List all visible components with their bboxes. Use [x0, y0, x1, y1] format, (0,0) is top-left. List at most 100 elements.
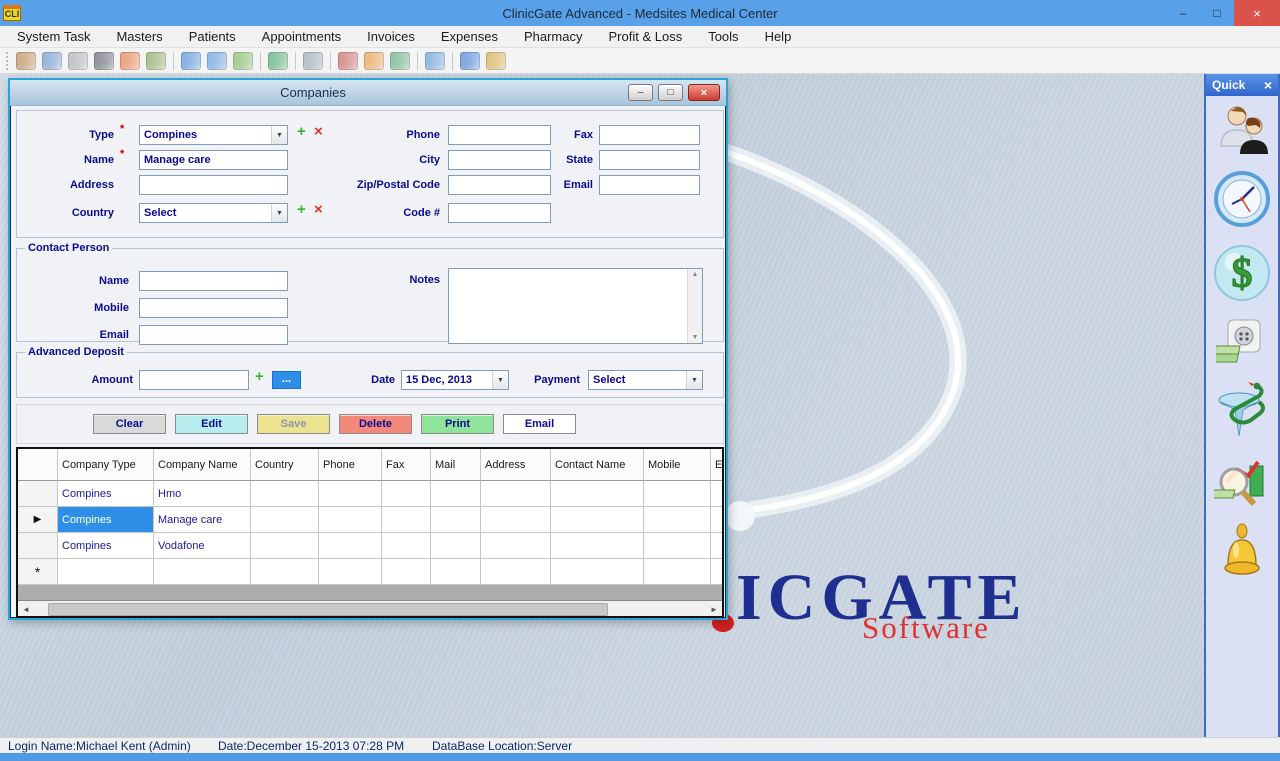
name-input[interactable]	[139, 150, 288, 170]
contact-name-input[interactable]	[139, 271, 288, 291]
row-selector-cell[interactable]	[18, 481, 58, 507]
delete-type-icon[interactable]: ×	[314, 123, 323, 140]
grid-column-header-contact-name[interactable]: Contact Name	[551, 449, 644, 481]
table-row[interactable]: CompinesVodafone	[18, 533, 722, 559]
contact-email-input[interactable]	[139, 325, 288, 345]
expense-icon[interactable]	[303, 52, 323, 70]
row-selector-cell[interactable]	[18, 533, 58, 559]
zip-input[interactable]	[448, 175, 551, 195]
table-row[interactable]: CompinesHmo	[18, 481, 722, 507]
add-amount-icon[interactable]: +	[255, 368, 264, 385]
billing-icon[interactable]	[233, 52, 253, 70]
table-row[interactable]: ▶CompinesManage care	[18, 507, 722, 533]
payment-select[interactable]: Select ▼	[588, 370, 703, 390]
edit-button[interactable]: Edit	[175, 414, 248, 434]
scroll-left-icon[interactable]: ◄	[18, 601, 34, 618]
dollar-icon[interactable]	[268, 52, 288, 70]
scroll-down-icon[interactable]: ▼	[692, 334, 699, 341]
grid-column-header-fax[interactable]: Fax	[382, 449, 431, 481]
menu-pharmacy[interactable]: Pharmacy	[511, 26, 596, 48]
scrollbar-thumb[interactable]	[48, 603, 608, 616]
undo-arrow-icon[interactable]	[364, 52, 384, 70]
menu-tools[interactable]: Tools	[695, 26, 751, 48]
companies-grid[interactable]: Company TypeCompany NameCountryPhoneFaxM…	[16, 447, 724, 618]
menu-help[interactable]: Help	[752, 26, 805, 48]
scroll-up-icon[interactable]: ▲	[692, 271, 699, 278]
add-type-icon[interactable]: +	[297, 123, 306, 140]
doctor-icon[interactable]	[146, 52, 166, 70]
dialog-close-button[interactable]: ×	[688, 84, 720, 101]
type-select[interactable]: Compines ▼	[139, 125, 288, 145]
contact-mobile-input[interactable]	[139, 298, 288, 318]
grid-column-header-selector[interactable]	[18, 449, 58, 481]
bell-icon[interactable]	[1216, 522, 1268, 584]
email-input[interactable]	[599, 175, 700, 195]
patients-icon[interactable]	[1213, 102, 1271, 158]
lab-icon[interactable]	[94, 52, 114, 70]
menu-appointments[interactable]: Appointments	[249, 26, 355, 48]
grid-column-header-mobile[interactable]: Mobile	[644, 449, 711, 481]
patients-icon[interactable]	[16, 52, 36, 70]
selected-row-marker-icon[interactable]: ▶	[18, 507, 58, 533]
close-button[interactable]: ×	[1234, 0, 1280, 26]
country-select[interactable]: Select ▼	[139, 203, 288, 223]
city-input[interactable]	[448, 150, 551, 170]
browse-button[interactable]: ...	[272, 371, 301, 389]
restore-button[interactable]: □	[1200, 0, 1234, 26]
grid-column-header-phone[interactable]: Phone	[319, 449, 382, 481]
email-button[interactable]: Email	[503, 414, 576, 434]
grid-column-header-company-type[interactable]: Company Type	[58, 449, 154, 481]
save-button[interactable]: Save	[257, 414, 330, 434]
dialog-minimize-button[interactable]: –	[628, 84, 653, 101]
help-icon[interactable]	[460, 52, 480, 70]
signature-icon[interactable]	[68, 52, 88, 70]
menu-system-task[interactable]: System Task	[4, 26, 103, 48]
prescription-icon[interactable]	[120, 52, 140, 70]
fax-input[interactable]	[599, 125, 700, 145]
amount-input[interactable]	[139, 370, 249, 390]
report-icon[interactable]	[390, 52, 410, 70]
clock-icon[interactable]	[1212, 168, 1272, 230]
clear-button[interactable]: Clear	[93, 414, 166, 434]
notes-textarea[interactable]: ▲ ▼	[448, 268, 703, 344]
quick-close-icon[interactable]: ×	[1264, 77, 1272, 93]
delete-country-icon[interactable]: ×	[314, 201, 323, 218]
grid-horizontal-scrollbar[interactable]: ◄ ►	[18, 601, 722, 618]
menu-patients[interactable]: Patients	[176, 26, 249, 48]
expenses-icon[interactable]	[1216, 318, 1268, 366]
new-row-marker-icon[interactable]: *	[18, 559, 58, 585]
menu-profit-loss[interactable]: Profit & Loss	[596, 26, 696, 48]
cleanup-icon[interactable]	[425, 52, 445, 70]
address-input[interactable]	[139, 175, 288, 195]
dollar-icon[interactable]: $	[1212, 242, 1272, 304]
grid-column-header-company-name[interactable]: Company Name	[154, 449, 251, 481]
grid-header-row: Company TypeCompany NameCountryPhoneFaxM…	[18, 449, 722, 481]
print-button[interactable]: Print	[421, 414, 494, 434]
grid-column-header-mail[interactable]: Mail	[431, 449, 481, 481]
bell-icon[interactable]	[486, 52, 506, 70]
grid-column-header-address[interactable]: Address	[481, 449, 551, 481]
code-input[interactable]	[448, 203, 551, 223]
phone-input[interactable]	[448, 125, 551, 145]
grid-column-header-email[interactable]: Email	[711, 449, 724, 481]
delete-button[interactable]: Delete	[339, 414, 412, 434]
clock-icon[interactable]	[181, 52, 201, 70]
dialog-maximize-button[interactable]: □	[658, 84, 683, 101]
pharmacy-icon[interactable]	[338, 52, 358, 70]
cash-register-icon[interactable]	[207, 52, 227, 70]
menu-masters[interactable]: Masters	[103, 26, 175, 48]
state-input[interactable]	[599, 150, 700, 170]
pharmacy-icon[interactable]	[1213, 378, 1271, 444]
reports-icon[interactable]	[1214, 456, 1270, 510]
dialog-title-bar[interactable]: Companies – □ ×	[10, 80, 726, 106]
menu-expenses[interactable]: Expenses	[428, 26, 511, 48]
scroll-right-icon[interactable]: ►	[706, 601, 722, 618]
minimize-button[interactable]: –	[1166, 0, 1200, 26]
date-select[interactable]: 15 Dec, 2013 ▼	[401, 370, 509, 390]
add-country-icon[interactable]: +	[297, 201, 306, 218]
grid-new-row[interactable]: *	[18, 559, 722, 585]
patient-icon[interactable]	[42, 52, 62, 70]
menu-invoices[interactable]: Invoices	[354, 26, 428, 48]
notes-scrollbar[interactable]: ▲ ▼	[687, 269, 702, 343]
grid-column-header-country[interactable]: Country	[251, 449, 319, 481]
